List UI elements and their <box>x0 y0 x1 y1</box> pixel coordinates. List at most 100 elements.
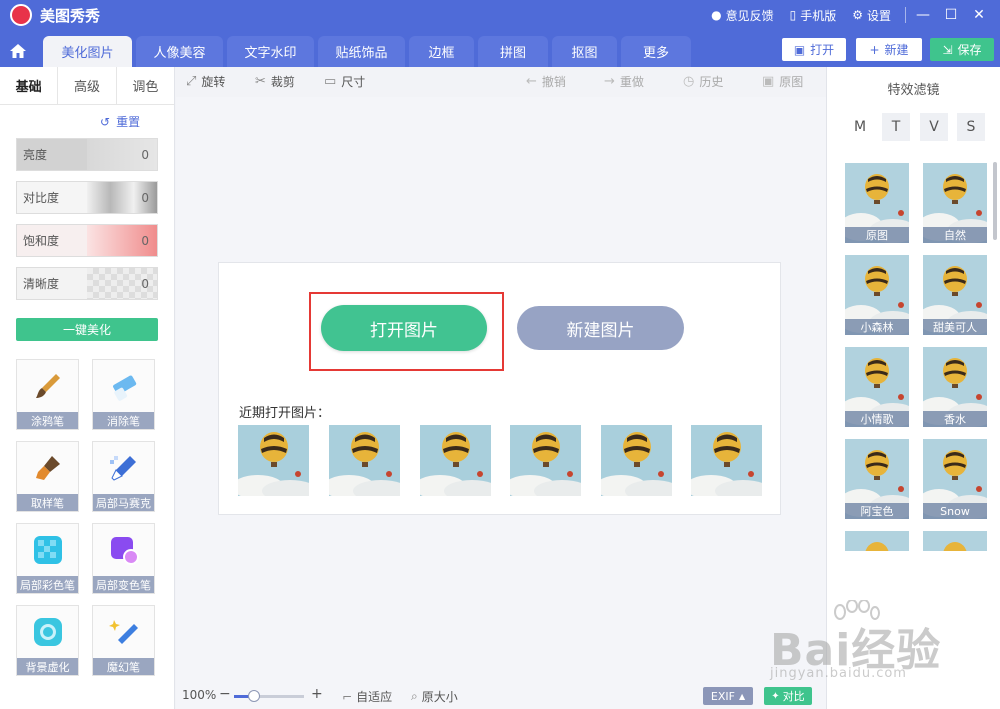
recolor-icon <box>111 537 139 565</box>
one-click-beautify-button[interactable]: 一键美化 <box>16 318 158 341</box>
tab-text-watermark[interactable]: 文字水印 <box>227 36 314 67</box>
open-image-button[interactable]: 打开图片 <box>321 305 487 351</box>
new-button[interactable]: + 新建 <box>856 38 922 61</box>
slider-value: 0 <box>87 139 157 170</box>
exif-button[interactable]: EXIF ▲ <box>703 687 753 705</box>
brightness-slider[interactable]: 亮度 0 <box>16 138 158 171</box>
slider-label: 亮度 <box>17 139 87 170</box>
recent-thumbnail[interactable] <box>601 425 672 496</box>
tool-mosaic[interactable]: 局部马赛克 <box>92 441 155 512</box>
filter-category-t[interactable]: T <box>882 113 910 141</box>
saturation-slider[interactable]: 饱和度 0 <box>16 224 158 257</box>
recent-thumbnail[interactable] <box>420 425 491 496</box>
filter-thumbnail[interactable]: 小情歌 <box>845 347 909 427</box>
home-icon[interactable] <box>0 34 36 67</box>
recent-thumbnail[interactable] <box>691 425 762 496</box>
app-logo <box>10 4 32 26</box>
filter-thumbnail-partial[interactable] <box>845 531 909 551</box>
settings-button[interactable]: ⚙ 设置 <box>852 7 891 24</box>
open-button[interactable]: ▣ 打开 <box>782 38 846 61</box>
filter-thumbnail[interactable]: Snow <box>923 439 987 519</box>
zoom-percent: 100% <box>182 688 217 702</box>
color-pen-icon <box>34 536 62 564</box>
filter-thumbnail-partial[interactable] <box>923 531 987 551</box>
tab-beautify[interactable]: 美化图片 <box>43 36 132 67</box>
sharpness-slider[interactable]: 清晰度 0 <box>16 267 158 300</box>
tool-label: 局部变色笔 <box>93 576 154 593</box>
close-icon[interactable]: ✕ <box>968 7 990 23</box>
recent-thumbnail[interactable] <box>329 425 400 496</box>
gear-icon: ⚙ <box>852 8 863 22</box>
tool-local-color[interactable]: 局部彩色笔 <box>16 523 79 594</box>
magnifier-icon: ⌕ <box>411 689 418 703</box>
save-icon: ⇲ <box>942 42 953 57</box>
recent-thumbnail[interactable] <box>238 425 309 496</box>
filter-thumbnail[interactable]: 甜美可人 <box>923 255 987 335</box>
caret-up-icon: ▲ <box>738 691 746 701</box>
tab-stickers[interactable]: 贴纸饰品 <box>318 36 405 67</box>
tool-local-recolor[interactable]: 局部变色笔 <box>92 523 155 594</box>
contrast-slider[interactable]: 对比度 0 <box>16 181 158 214</box>
filter-thumbnail[interactable]: 小森林 <box>845 255 909 335</box>
filter-thumbnail[interactable]: 自然 <box>923 163 987 243</box>
zoom-slider[interactable] <box>234 690 304 702</box>
filter-thumbnail[interactable]: 原图 <box>845 163 909 243</box>
arrow-left-icon: ← <box>526 74 537 89</box>
blur-icon <box>34 618 62 646</box>
resize-icon: ▭ <box>324 74 337 89</box>
save-button[interactable]: ⇲ 保存 <box>930 38 994 61</box>
rotate-label: 旋转 <box>201 75 226 89</box>
fit-button[interactable]: ⌐ 自适应 <box>342 688 392 705</box>
redo-button[interactable]: → 重做 <box>604 73 644 90</box>
filter-scrollbar[interactable] <box>993 162 997 240</box>
tool-background-blur[interactable]: 背景虚化 <box>16 605 79 676</box>
rotate-icon: ⤢ <box>186 74 197 89</box>
filter-category-v[interactable]: V <box>920 113 948 141</box>
filter-category-m[interactable]: M <box>846 113 874 141</box>
minimize-icon[interactable]: — <box>912 7 934 23</box>
main-tab-bar: 美化图片 人像美容 文字水印 贴纸饰品 边框 拼图 抠图 更多 ▣ 打开 + 新… <box>0 30 1000 67</box>
resize-button[interactable]: ▭ 尺寸 <box>324 73 365 90</box>
filter-thumbnail[interactable]: 阿宝色 <box>845 439 909 519</box>
tab-portrait[interactable]: 人像美容 <box>136 36 223 67</box>
original-button[interactable]: ▣ 原图 <box>762 73 803 90</box>
tab-more[interactable]: 更多 <box>621 36 691 67</box>
tool-label: 局部彩色笔 <box>17 576 78 593</box>
phone-icon: ▯ <box>789 8 797 22</box>
tool-sample-pen[interactable]: 取样笔 <box>16 441 79 512</box>
mobile-button[interactable]: ▯ 手机版 <box>790 7 837 24</box>
tool-doodle-pen[interactable]: 涂鸦笔 <box>16 359 79 430</box>
image-icon: ▣ <box>762 74 775 89</box>
resize-label: 尺寸 <box>341 75 366 89</box>
tab-cutout[interactable]: 抠图 <box>552 36 617 67</box>
reset-label: 重置 <box>116 115 141 129</box>
tab-frames[interactable]: 边框 <box>409 36 474 67</box>
redo-label: 重做 <box>619 75 644 89</box>
subtab-color[interactable]: 调色 <box>117 67 174 104</box>
filter-category-s[interactable]: S <box>957 113 985 141</box>
rotate-button[interactable]: ⤢ 旋转 <box>186 73 225 90</box>
zoom-slider-handle[interactable] <box>247 690 260 702</box>
filter-label: Snow <box>923 503 987 519</box>
subtab-basic[interactable]: 基础 <box>0 67 59 104</box>
zoom-in-icon[interactable]: + <box>311 686 323 702</box>
reset-button[interactable]: ↺ 重置 <box>100 113 140 130</box>
crop-label: 裁剪 <box>270 75 295 89</box>
feedback-button[interactable]: ● 意见反馈 <box>711 7 774 24</box>
tool-label: 取样笔 <box>17 494 78 511</box>
zoom-out-icon[interactable]: − <box>219 686 231 702</box>
new-image-button[interactable]: 新建图片 <box>517 306 684 350</box>
mosaic-pen-icon <box>110 456 136 481</box>
subtab-advanced[interactable]: 高级 <box>58 67 117 104</box>
tool-magic-pen[interactable]: 魔幻笔 <box>92 605 155 676</box>
filter-thumbnail[interactable]: 香水 <box>923 347 987 427</box>
chat-icon: ● <box>711 8 722 22</box>
tool-eraser-pen[interactable]: 消除笔 <box>92 359 155 430</box>
undo-button[interactable]: ← 撤销 <box>526 73 566 90</box>
history-button[interactable]: ◷ 历史 <box>683 73 723 90</box>
original-size-button[interactable]: ⌕ 原大小 <box>411 688 458 705</box>
maximize-icon[interactable]: ☐ <box>940 7 962 23</box>
tab-collage[interactable]: 拼图 <box>478 36 548 67</box>
recent-thumbnail[interactable] <box>510 425 581 496</box>
crop-button[interactable]: ✂ 裁剪 <box>255 73 295 90</box>
